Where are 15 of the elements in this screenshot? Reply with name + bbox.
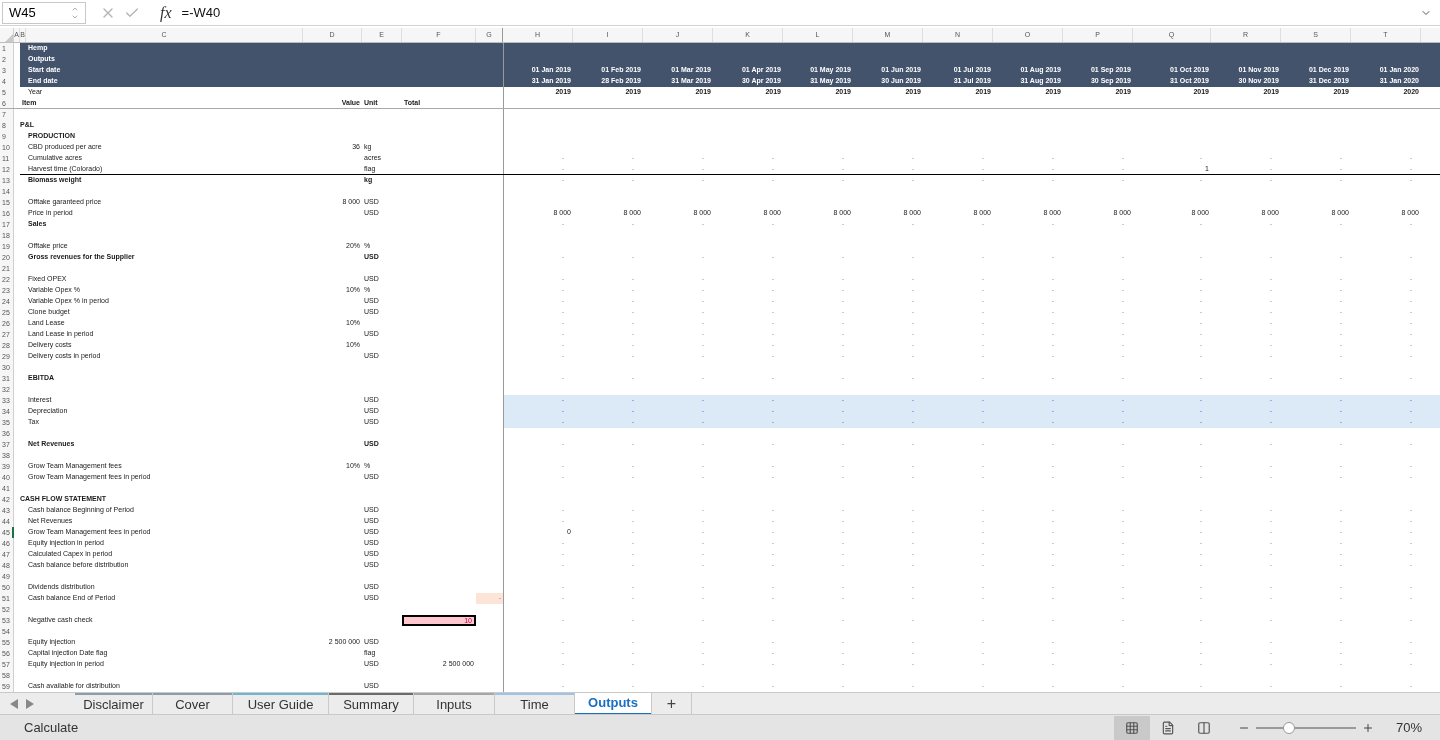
function-button[interactable]: fx (160, 0, 172, 25)
zoom-in-icon[interactable] (1361, 721, 1374, 734)
columns-icon (1196, 720, 1211, 735)
name-box[interactable]: W45 (2, 1, 86, 24)
slider-thumb[interactable] (1282, 721, 1295, 734)
page-icon (1160, 720, 1175, 735)
zoom-slider[interactable] (1255, 721, 1356, 734)
sheet-tab[interactable]: Outputs (575, 693, 652, 714)
view-button[interactable] (1113, 715, 1150, 740)
formula-field[interactable]: =-W40 (181, 2, 1420, 23)
zoom-level: 70% (1395, 718, 1422, 737)
status-text: Calculate (24, 718, 79, 737)
next-sheet-icon[interactable] (26, 698, 34, 709)
grid-icon (1124, 720, 1139, 735)
previous-sheet-icon[interactable] (10, 698, 18, 709)
